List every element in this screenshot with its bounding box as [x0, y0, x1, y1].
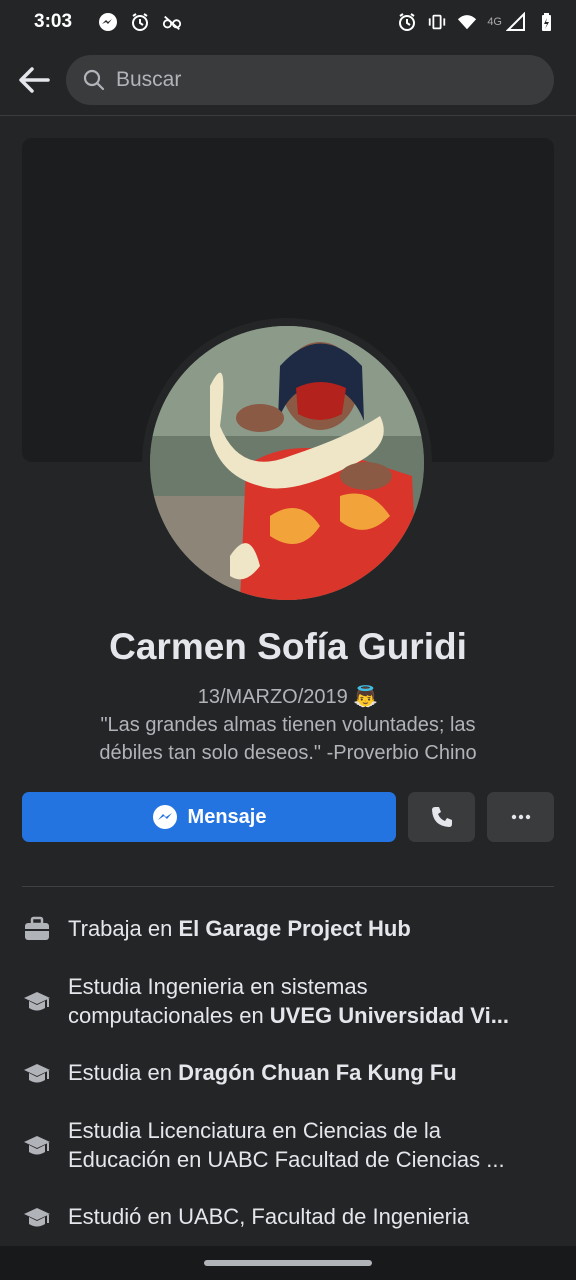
profile-actions: Mensaje: [22, 792, 554, 842]
detail-work[interactable]: Trabaja en El Garage Project Hub: [22, 914, 554, 944]
bio-quote-line-1: "Las grandes almas tienen voluntades; la…: [100, 714, 476, 736]
alarm-icon: [397, 12, 417, 32]
wifi-icon: [457, 12, 477, 32]
section-divider: [22, 886, 554, 887]
bio-date: 13/MARZO/2019: [197, 686, 348, 708]
message-button-label: Mensaje: [187, 805, 267, 828]
detail-text: Estudia Ingenieria en sistemas computaci…: [68, 972, 554, 1030]
graduation-cap-icon: [22, 986, 52, 1016]
profile-name: Carmen Sofía Guridi: [109, 626, 467, 667]
signal-icon: [506, 12, 526, 32]
detail-education[interactable]: Estudia Licenciatura en Ciencias de la E…: [22, 1116, 554, 1174]
detail-text: Estudió en UABC, Facultad de Ingenieria: [68, 1202, 554, 1231]
bio-quote-line-2: débiles tan solo deseos." -Proverbio Chi…: [99, 742, 477, 764]
briefcase-icon: [22, 914, 52, 944]
vibrate-icon: [427, 12, 447, 32]
detail-education[interactable]: Estudió en UABC, Facultad de Ingenieria: [22, 1202, 554, 1232]
back-arrow-icon: [19, 66, 50, 93]
detail-prefix: Estudia en: [68, 1060, 179, 1085]
detail-line-1: Estudia Licenciatura en Ciencias de la: [68, 1118, 442, 1143]
detail-line-1: Estudia Ingenieria en sistemas: [68, 974, 368, 999]
bio-date-line: 13/MARZO/2019 👼: [40, 682, 536, 711]
system-nav-bar: [0, 1246, 576, 1280]
profile-picture[interactable]: [142, 318, 432, 608]
detail-prefix: Trabaja en: [68, 916, 179, 941]
call-button[interactable]: [408, 792, 475, 842]
graduation-cap-icon: [22, 1130, 52, 1160]
bio-emoji: 👼: [353, 684, 379, 708]
more-icon: [511, 814, 530, 820]
home-indicator[interactable]: [204, 1260, 372, 1266]
back-button[interactable]: [16, 62, 52, 98]
graduation-cap-icon: [22, 1058, 52, 1088]
status-bar: 3:03 4G: [0, 0, 576, 44]
detail-link[interactable]: Dragón Chuan Fa Kung Fu: [178, 1060, 457, 1085]
alarm-icon: [130, 12, 150, 32]
detail-education[interactable]: Estudia en Dragón Chuan Fa Kung Fu: [22, 1058, 554, 1088]
detail-education[interactable]: Estudia Ingenieria en sistemas computaci…: [22, 972, 554, 1030]
more-button[interactable]: [487, 792, 554, 842]
detail-text: Trabaja en El Garage Project Hub: [68, 914, 554, 943]
status-right: 4G: [397, 12, 556, 32]
detail-line-2: Educación en UABC Facultad de Ciencias .…: [68, 1147, 505, 1172]
detail-line-1: Estudió en UABC, Facultad de Ingenieria: [68, 1204, 470, 1229]
network-type: 4G: [487, 16, 502, 28]
detail-text: Estudia en Dragón Chuan Fa Kung Fu: [68, 1058, 554, 1087]
detail-text: Estudia Licenciatura en Ciencias de la E…: [68, 1116, 554, 1174]
top-search-bar: [0, 44, 576, 116]
search-icon: [82, 68, 106, 92]
profile-bio: 13/MARZO/2019 👼 "Las grandes almas tiene…: [40, 682, 536, 767]
messenger-icon: [152, 805, 177, 829]
detail-prefix: computacionales en: [68, 1003, 270, 1028]
avatar: [150, 326, 424, 600]
detail-link[interactable]: UVEG Universidad Vi...: [270, 1003, 509, 1028]
eyeglasses-icon: [162, 12, 182, 32]
search-field[interactable]: [66, 54, 554, 105]
detail-link[interactable]: El Garage Project Hub: [178, 916, 410, 941]
phone-icon: [431, 807, 452, 827]
message-button[interactable]: Mensaje: [22, 792, 396, 842]
battery-icon: [536, 12, 556, 32]
search-input[interactable]: [116, 67, 538, 92]
messenger-icon: [98, 12, 118, 32]
status-time: 3:03: [34, 11, 73, 32]
graduation-cap-icon: [22, 1202, 52, 1232]
status-left: 3:03: [34, 11, 182, 33]
